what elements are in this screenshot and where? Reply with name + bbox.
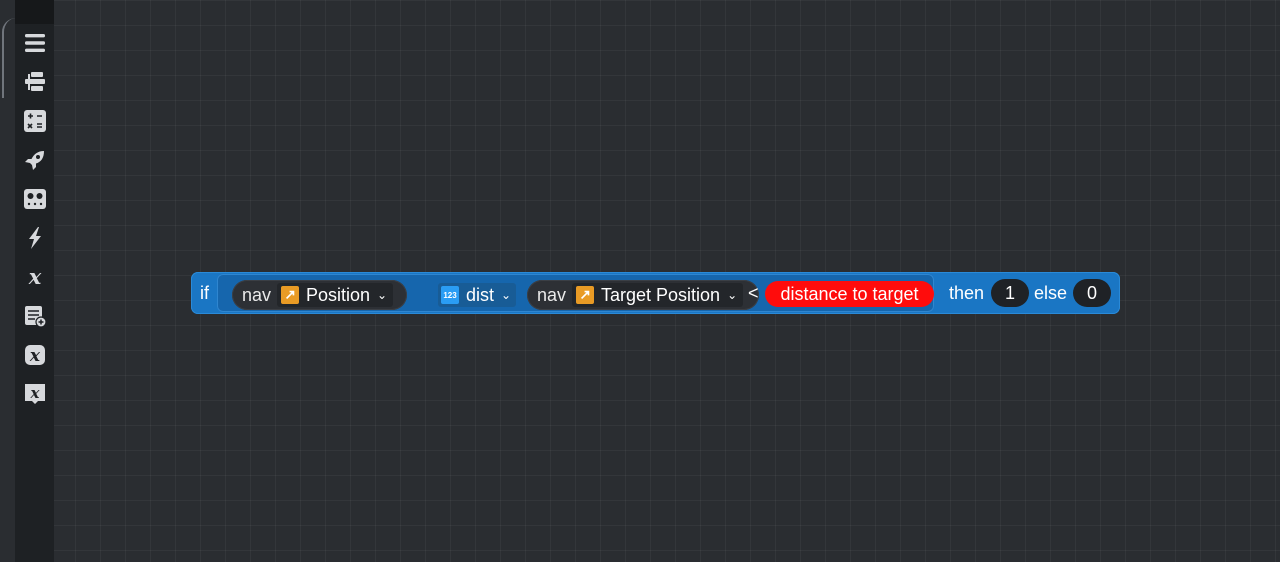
less-than-operator: < (748, 283, 759, 303)
workspace-left-edge (0, 0, 15, 562)
number-icon: 123 (441, 286, 459, 304)
then-label: then (949, 283, 985, 303)
left-property-dropdown[interactable]: Position ⌄ (277, 283, 394, 307)
variable-icon[interactable]: x (19, 261, 50, 292)
chevron-down-icon: ⌄ (501, 288, 512, 302)
robot-icon[interactable] (19, 183, 50, 214)
list-add-icon[interactable] (19, 300, 50, 331)
chevron-down-icon: ⌄ (377, 288, 388, 302)
else-value-field[interactable]: 0 (1073, 279, 1111, 307)
variable-distance-to-target[interactable]: distance to target (765, 281, 934, 307)
chevron-down-icon: ⌄ (727, 288, 738, 302)
if-label: if (200, 283, 209, 303)
menu-icon[interactable] (19, 27, 50, 58)
blocks-icon[interactable] (19, 66, 50, 97)
left-property-block[interactable]: nav Position ⌄ (232, 280, 407, 310)
else-label: else (1034, 283, 1068, 303)
toolbox: x x x (15, 0, 54, 562)
property-icon (281, 286, 299, 304)
toolbox-top-tab[interactable] (15, 0, 54, 24)
right-property-dropdown[interactable]: Target Position ⌄ (572, 283, 744, 307)
distance-operator-dropdown[interactable]: 123 dist ⌄ (438, 283, 516, 307)
left-owner-label: nav (242, 285, 272, 305)
rocket-icon[interactable] (19, 144, 50, 175)
right-property-block[interactable]: nav Target Position ⌄ (527, 280, 759, 310)
then-value-field[interactable]: 1 (991, 279, 1029, 307)
svg-text:x: x (29, 384, 40, 402)
svg-text:x: x (28, 346, 40, 366)
right-owner-label: nav (537, 285, 567, 305)
svg-text:x: x (27, 265, 41, 289)
lightning-icon[interactable] (19, 222, 50, 253)
property-icon (576, 286, 594, 304)
variable-badge-icon[interactable]: x (19, 339, 50, 370)
variable-tag-icon[interactable]: x (19, 378, 50, 409)
math-icon[interactable] (19, 105, 50, 136)
if-then-else-block[interactable]: if nav Position ⌄ 123 dist ⌄ nav Target … (191, 272, 1120, 314)
